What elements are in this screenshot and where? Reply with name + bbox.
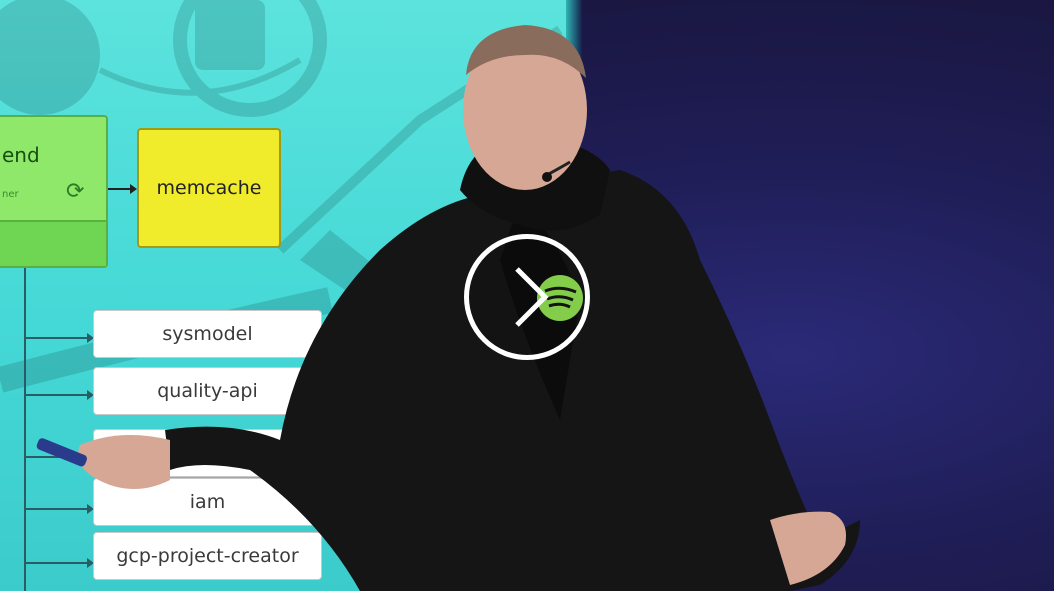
- chevron-right-icon: [515, 267, 549, 327]
- video-player[interactable]: end ner ⟳ memcache sysmodel quality-api …: [0, 0, 1054, 591]
- play-button[interactable]: [464, 234, 590, 360]
